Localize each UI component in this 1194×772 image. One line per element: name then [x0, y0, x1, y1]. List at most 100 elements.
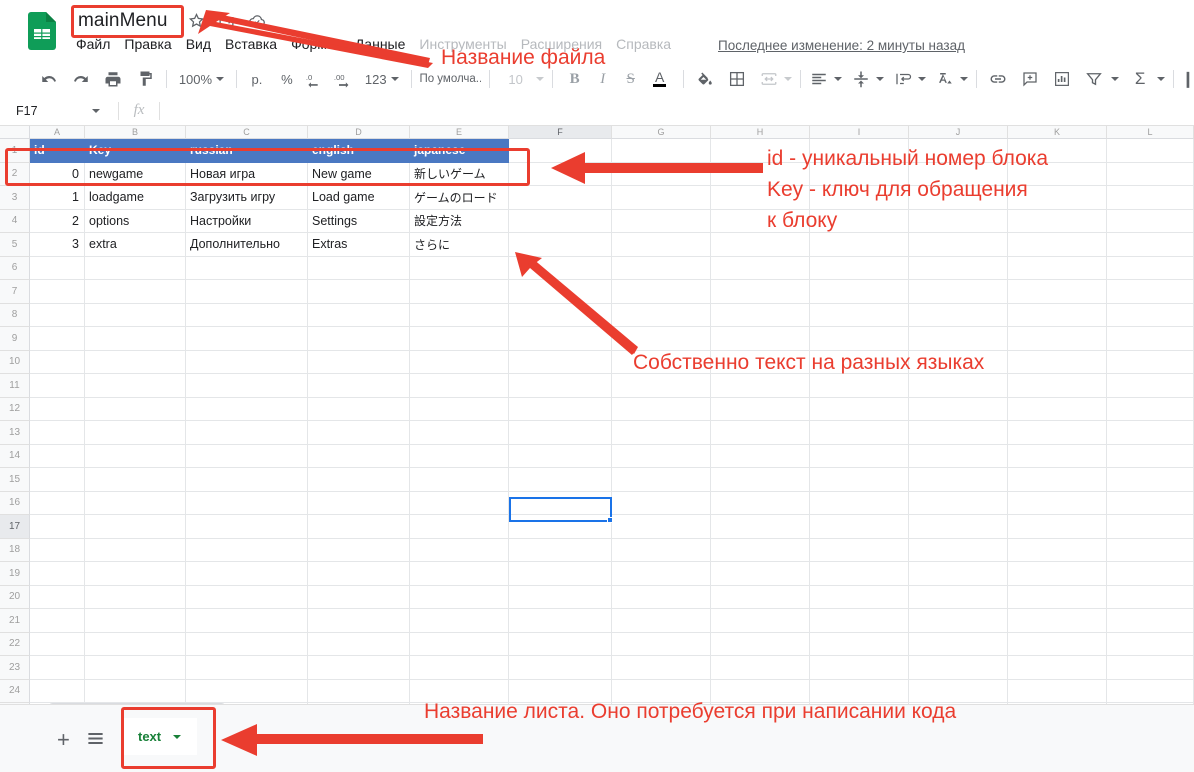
grid-cell-empty[interactable]	[711, 562, 810, 586]
grid-cell-empty[interactable]	[509, 445, 612, 469]
grid-cell-empty[interactable]	[810, 609, 909, 633]
grid-cell-empty[interactable]	[1107, 609, 1194, 633]
grid-cell-empty[interactable]	[30, 445, 85, 469]
grid-cell-empty[interactable]	[711, 398, 810, 422]
table-cell[interactable]: Extras	[308, 233, 410, 257]
grid-cell-empty[interactable]	[85, 374, 186, 398]
merge-cells-icon[interactable]	[756, 66, 782, 92]
grid-cell-empty[interactable]	[85, 562, 186, 586]
grid-cell-empty[interactable]	[1107, 398, 1194, 422]
grid-cell-empty[interactable]	[1107, 539, 1194, 563]
grid-cell-empty[interactable]	[1107, 492, 1194, 516]
decrease-decimal-button[interactable]: .0	[303, 66, 329, 92]
grid-cell-empty[interactable]	[612, 468, 711, 492]
row-header-19[interactable]: 19	[0, 562, 30, 586]
grid-cell-empty[interactable]	[711, 445, 810, 469]
menu-item-edit[interactable]: Правка	[124, 36, 171, 52]
add-sheet-button[interactable]: +	[57, 727, 70, 753]
chevron-down-icon[interactable]	[536, 77, 544, 81]
grid-cell-empty[interactable]	[612, 609, 711, 633]
grid-cell-empty[interactable]	[186, 468, 308, 492]
grid-cell-empty[interactable]	[85, 633, 186, 657]
grid-cell-empty[interactable]	[711, 586, 810, 610]
grid-cell-empty[interactable]	[612, 257, 711, 281]
grid-cell-empty[interactable]	[85, 421, 186, 445]
grid-cell-empty[interactable]	[410, 515, 509, 539]
menu-item-data[interactable]: Данные	[355, 36, 406, 52]
grid-cell-empty[interactable]	[30, 609, 85, 633]
grid-cell-empty[interactable]	[1008, 468, 1107, 492]
grid-cell-empty[interactable]	[1107, 257, 1194, 281]
grid-cell-empty[interactable]	[85, 257, 186, 281]
grid-cell-empty[interactable]	[30, 374, 85, 398]
grid-cell-empty[interactable]	[85, 468, 186, 492]
grid-cell-empty[interactable]	[308, 586, 410, 610]
grid-cell-empty[interactable]	[612, 304, 711, 328]
grid-cell-empty[interactable]	[410, 351, 509, 375]
currency-format-button[interactable]: р.	[245, 66, 269, 92]
grid-cell-empty[interactable]	[1107, 445, 1194, 469]
grid-cell-empty[interactable]	[810, 586, 909, 610]
table-cell[interactable]: extra	[85, 233, 186, 257]
grid-cell-empty[interactable]	[186, 609, 308, 633]
horizontal-align-icon[interactable]	[808, 66, 830, 92]
grid-cell-empty[interactable]	[909, 492, 1008, 516]
grid-cell-empty[interactable]	[509, 280, 612, 304]
grid-cell-empty[interactable]	[509, 257, 612, 281]
row-header-17[interactable]: 17	[0, 515, 30, 539]
grid-cell-empty[interactable]	[410, 304, 509, 328]
grid-cell-empty[interactable]	[612, 210, 711, 234]
text-wrap-icon[interactable]	[892, 66, 914, 92]
grid-cell-empty[interactable]	[509, 468, 612, 492]
grid-cell-empty[interactable]	[186, 539, 308, 563]
grid-cell-empty[interactable]	[810, 539, 909, 563]
grid-cell-empty[interactable]	[308, 492, 410, 516]
grid-cell-empty[interactable]	[1107, 280, 1194, 304]
grid-cell-empty[interactable]	[909, 257, 1008, 281]
percent-format-button[interactable]: %	[275, 66, 299, 92]
column-header-g[interactable]: G	[612, 126, 711, 139]
row-header-20[interactable]: 20	[0, 586, 30, 610]
grid-cell-empty[interactable]	[1107, 656, 1194, 680]
grid-cell-empty[interactable]	[810, 633, 909, 657]
grid-cell-empty[interactable]	[909, 468, 1008, 492]
grid-cell-empty[interactable]	[810, 492, 909, 516]
grid-cell-empty[interactable]	[30, 680, 85, 704]
grid-cell-empty[interactable]	[509, 186, 612, 210]
grid-cell-empty[interactable]	[509, 633, 612, 657]
table-cell[interactable]: Дополнительно	[186, 233, 308, 257]
grid-cell-empty[interactable]	[410, 609, 509, 633]
row-header-15[interactable]: 15	[0, 468, 30, 492]
menu-item-file[interactable]: Файл	[76, 36, 110, 52]
grid-cell-empty[interactable]	[612, 539, 711, 563]
chevron-down-icon[interactable]	[834, 77, 842, 81]
table-cell[interactable]: ゲームのロード	[410, 186, 509, 210]
grid-cell-empty[interactable]	[1107, 586, 1194, 610]
grid-cell-empty[interactable]	[186, 327, 308, 351]
grid-cell-empty[interactable]	[30, 492, 85, 516]
grid-cell-empty[interactable]	[1008, 280, 1107, 304]
row-header-6[interactable]: 6	[0, 257, 30, 281]
select-all-corner[interactable]	[0, 126, 30, 139]
column-header-f[interactable]: F	[509, 126, 612, 139]
selected-cell-outline[interactable]	[509, 497, 612, 522]
grid-cell-empty[interactable]	[909, 233, 1008, 257]
grid-cell-empty[interactable]	[308, 656, 410, 680]
grid-cell-empty[interactable]	[85, 445, 186, 469]
grid-cell-empty[interactable]	[1107, 633, 1194, 657]
row-header-5[interactable]: 5	[0, 233, 30, 257]
grid-cell-empty[interactable]	[909, 445, 1008, 469]
grid-cell-empty[interactable]	[909, 421, 1008, 445]
grid-cell-empty[interactable]	[410, 374, 509, 398]
grid-cell-empty[interactable]	[909, 327, 1008, 351]
grid-cell-empty[interactable]	[612, 233, 711, 257]
grid-cell-empty[interactable]	[85, 304, 186, 328]
grid-cell-empty[interactable]	[85, 586, 186, 610]
grid-cell-empty[interactable]	[810, 304, 909, 328]
row-header-11[interactable]: 11	[0, 374, 30, 398]
grid-cell-empty[interactable]	[186, 398, 308, 422]
grid-cell-empty[interactable]	[410, 586, 509, 610]
grid-cell-empty[interactable]	[410, 468, 509, 492]
chevron-down-icon[interactable]	[918, 77, 926, 81]
grid-cell-empty[interactable]	[186, 586, 308, 610]
